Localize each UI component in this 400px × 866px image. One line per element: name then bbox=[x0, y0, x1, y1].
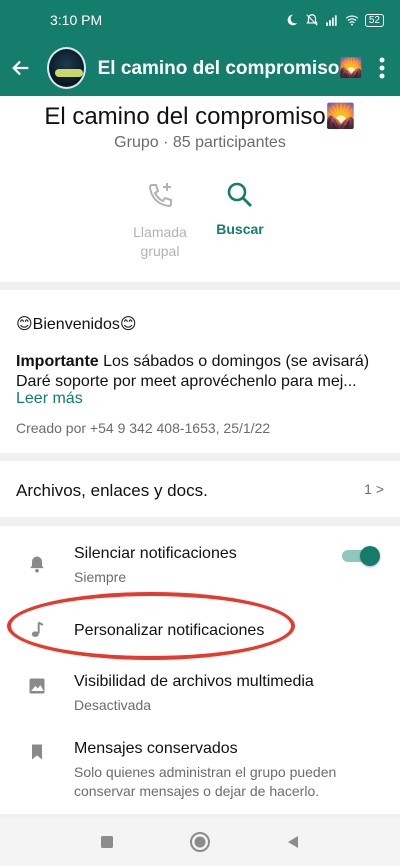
mute-notifications-subtitle: Siempre bbox=[74, 569, 127, 585]
search-button[interactable]: Buscar bbox=[195, 180, 285, 237]
description-title: 😊Bienvenidos😊 bbox=[16, 316, 137, 333]
mute-notifications-row[interactable]: Silenciar notificaciones Siempre bbox=[0, 526, 400, 594]
status-icons: 52 bbox=[285, 13, 384, 27]
signal-icon bbox=[326, 15, 337, 26]
description-text: Importante Los sábados o domingos (se av… bbox=[16, 352, 386, 392]
read-more-link[interactable]: Leer más bbox=[16, 390, 83, 408]
search-icon bbox=[227, 182, 252, 207]
group-subtitle: Grupo · 85 participantes bbox=[114, 134, 286, 151]
media-visibility-subtitle: Desactivada bbox=[74, 697, 152, 713]
bell-icon bbox=[30, 556, 44, 573]
description-card: 😊Bienvenidos😊 Importante Los sábados o d… bbox=[0, 290, 400, 453]
home-button[interactable] bbox=[189, 831, 211, 853]
recents-button[interactable] bbox=[99, 834, 115, 850]
group-header-card: El camino del compromiso🌄 Grupo · 85 par… bbox=[0, 96, 400, 282]
group-name: El camino del compromiso🌄 bbox=[44, 103, 356, 130]
custom-notifications-title: Personalizar notificaciones bbox=[74, 622, 265, 639]
moon-icon bbox=[287, 14, 298, 26]
toggle-thumb bbox=[360, 546, 380, 566]
music-note-icon bbox=[31, 621, 44, 637]
media-count: 1 > bbox=[364, 481, 384, 497]
created-by: Creado por +54 9 342 408-1653, 25/1/22 bbox=[16, 420, 271, 436]
kept-messages-subtitle: Solo quienes administran el grupo pueden… bbox=[74, 764, 337, 799]
status-bar: 3:10 PM 52 bbox=[0, 0, 400, 40]
description-bold-lead: Importante bbox=[16, 353, 99, 370]
kept-messages-row[interactable]: Mensajes conservados Solo quienes admini… bbox=[0, 732, 400, 814]
media-links-docs-row[interactable]: Archivos, enlaces y docs. 1 > bbox=[0, 461, 400, 517]
more-options-button[interactable] bbox=[363, 40, 400, 96]
back-nav-button[interactable] bbox=[285, 834, 301, 850]
battery-level: 52 bbox=[364, 13, 384, 27]
search-label: Buscar bbox=[216, 221, 264, 237]
group-call-button[interactable]: Llamada grupal bbox=[115, 180, 205, 261]
status-time: 3:10 PM bbox=[50, 12, 103, 28]
image-icon bbox=[29, 678, 45, 694]
system-nav-bar bbox=[0, 818, 400, 866]
back-button[interactable] bbox=[0, 40, 43, 96]
app-bar: El camino del compromiso🌄 bbox=[0, 40, 400, 96]
mute-notifications-title: Silenciar notificaciones bbox=[74, 545, 237, 562]
add-call-icon bbox=[148, 183, 172, 208]
bookmark-icon bbox=[32, 744, 42, 760]
group-call-label: Llamada grupal bbox=[133, 224, 187, 259]
group-avatar[interactable] bbox=[46, 47, 86, 89]
media-visibility-title: Visibilidad de archivos multimedia bbox=[74, 673, 314, 690]
more-vert-icon bbox=[379, 57, 385, 79]
kept-messages-title: Mensajes conservados bbox=[74, 740, 238, 757]
app-bar-title[interactable]: El camino del compromiso🌄 bbox=[98, 56, 363, 80]
custom-notifications-row[interactable]: Personalizar notificaciones bbox=[0, 596, 400, 664]
settings-card: Silenciar notificaciones Siempre Persona… bbox=[0, 526, 400, 814]
media-links-docs-label: Archivos, enlaces y docs. bbox=[16, 481, 208, 500]
arrow-back-icon bbox=[12, 60, 29, 76]
bell-off-icon bbox=[306, 14, 318, 26]
media-visibility-row[interactable]: Visibilidad de archivos multimedia Desac… bbox=[0, 666, 400, 736]
wifi-icon bbox=[345, 15, 359, 26]
mute-toggle[interactable] bbox=[342, 546, 380, 566]
